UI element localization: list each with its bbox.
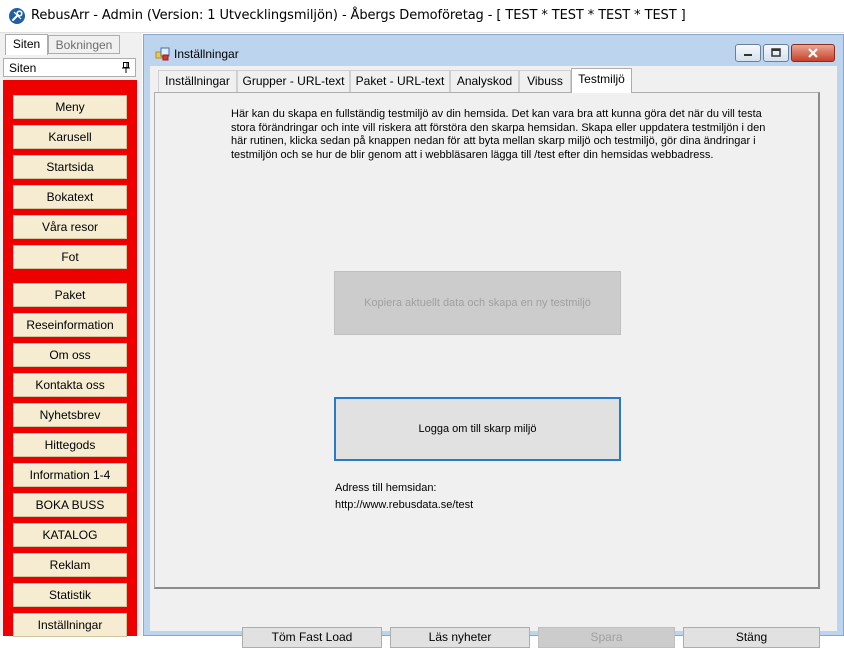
window-icon — [155, 47, 170, 61]
settings-window-title: Inställningar — [174, 47, 239, 61]
menu-button-fot[interactable]: Fot — [13, 245, 127, 269]
settings-client-area: Inställningar Grupper - URL-text Paket -… — [150, 66, 837, 648]
menu-button-meny[interactable]: Meny — [13, 95, 127, 119]
menu-button-installningar[interactable]: Inställningar — [13, 613, 127, 637]
restore-button[interactable] — [763, 44, 789, 62]
menu-button-om-oss[interactable]: Om oss — [13, 343, 127, 367]
menu-button-information[interactable]: Information 1-4 — [13, 463, 127, 487]
siten-menu-panel: Meny Karusell Startsida Bokatext Våra re… — [3, 80, 137, 637]
menu-button-startsida[interactable]: Startsida — [13, 155, 127, 179]
save-button[interactable]: Spara — [538, 627, 675, 648]
testmiljo-tab-page: Här kan du skapa en fullständig testmilj… — [154, 92, 820, 589]
menu-button-karusell[interactable]: Karusell — [13, 125, 127, 149]
close-icon — [808, 48, 818, 58]
minimize-button[interactable] — [735, 44, 761, 62]
menu-button-boka-buss[interactable]: BOKA BUSS — [13, 493, 127, 517]
tab-testmiljo[interactable]: Testmiljö — [571, 68, 632, 93]
close-button[interactable]: Stäng — [683, 627, 820, 648]
wrench-icon — [9, 8, 25, 24]
address-label: Adress till hemsidan: — [335, 482, 437, 494]
menu-button-paket[interactable]: Paket — [13, 283, 127, 307]
clear-fast-load-button[interactable]: Töm Fast Load — [242, 627, 382, 648]
settings-window: Inställningar Inställningar Grupper - UR… — [143, 34, 844, 648]
minimize-icon — [744, 54, 752, 56]
menu-button-bokatext[interactable]: Bokatext — [13, 185, 127, 209]
siten-panel-title: Siten — [9, 61, 37, 75]
menu-button-nyhetsbrev[interactable]: Nyhetsbrev — [13, 403, 127, 427]
menu-button-hittegods[interactable]: Hittegods — [13, 433, 127, 457]
app-title-bar: RebusArr - Admin (Version: 1 Utvecklings… — [0, 0, 844, 33]
tab-installningar[interactable]: Inställningar — [158, 70, 237, 92]
menu-button-kontakta-oss[interactable]: Kontakta oss — [13, 373, 127, 397]
siten-panel-header: Siten — [3, 58, 136, 77]
testmiljo-description: Här kan du skapa en fullständig testmilj… — [231, 108, 766, 161]
menu-button-vara-resor[interactable]: Våra resor — [13, 215, 127, 239]
tab-bokningen[interactable]: Bokningen — [48, 35, 120, 54]
tab-siten[interactable]: Siten — [5, 34, 48, 55]
menu-button-katalog[interactable]: KATALOG — [13, 523, 127, 547]
menu-button-reklam[interactable]: Reklam — [13, 553, 127, 577]
address-url: http://www.rebusdata.se/test — [335, 499, 474, 511]
app-title: RebusArr - Admin (Version: 1 Utvecklings… — [31, 8, 686, 23]
tab-paket-url-text[interactable]: Paket - URL-text — [350, 70, 450, 92]
menu-button-statistik[interactable]: Statistik — [13, 583, 127, 607]
restore-icon — [771, 48, 781, 57]
read-news-button[interactable]: Läs nyheter — [390, 627, 530, 648]
tab-grupper-url-text[interactable]: Grupper - URL-text — [237, 70, 350, 92]
copy-create-testenv-button[interactable]: Kopiera aktuellt data och skapa en ny te… — [334, 271, 621, 335]
tab-analyskod[interactable]: Analyskod — [450, 70, 519, 92]
tab-vibuss[interactable]: Vibuss — [519, 70, 571, 92]
switch-to-live-button[interactable]: Logga om till skarp miljö — [334, 397, 621, 461]
pin-icon[interactable] — [122, 62, 130, 73]
close-window-button[interactable] — [791, 44, 835, 62]
menu-button-reseinformation[interactable]: Reseinformation — [13, 313, 127, 337]
